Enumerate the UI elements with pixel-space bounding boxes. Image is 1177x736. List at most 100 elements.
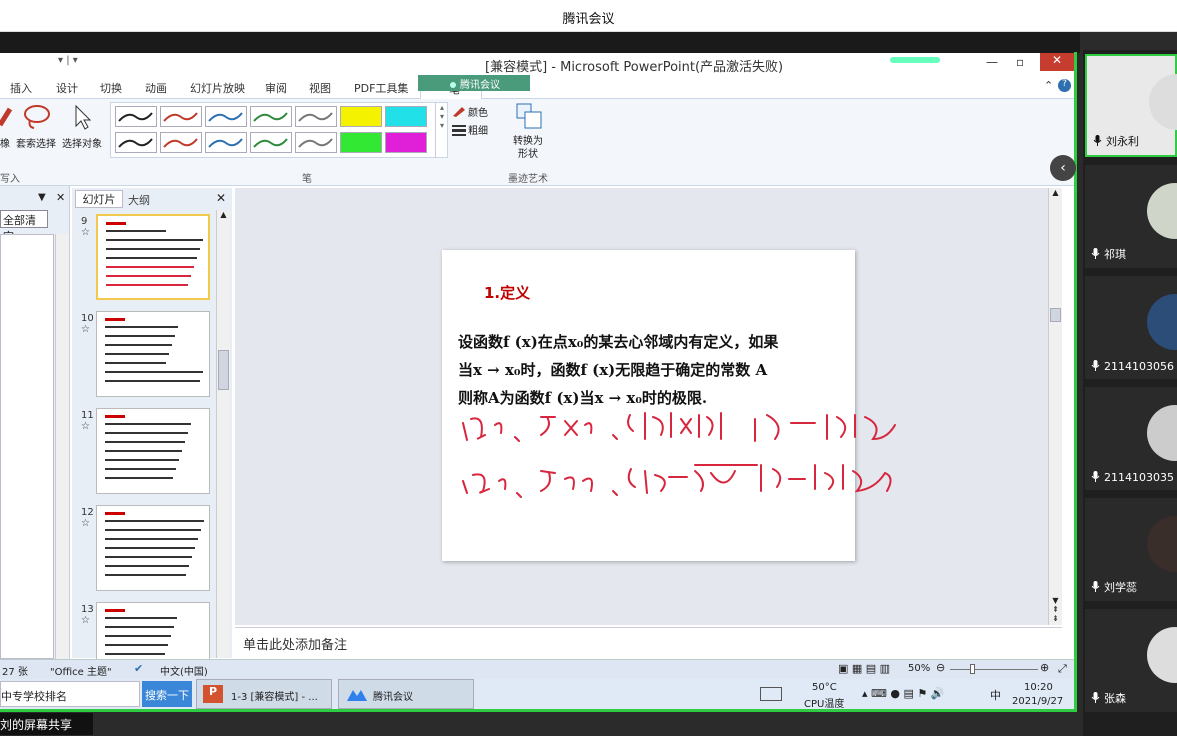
avatar	[1147, 627, 1177, 683]
participant-name: 刘永利	[1093, 133, 1139, 149]
close-button[interactable]: ✕	[1040, 53, 1074, 71]
participant-tile[interactable]: 2114103035	[1085, 387, 1177, 490]
convert-shapes-icon[interactable]	[515, 102, 543, 130]
tray-icons[interactable]: ▴ ⌨ ● ▤ ⚑ 🔊	[862, 687, 944, 700]
tab-outline[interactable]: 大纲	[128, 192, 150, 208]
collapse-panel-button[interactable]: ‹	[1050, 155, 1076, 181]
fit-window-icon[interactable]: ⤢	[1058, 662, 1067, 676]
pen-gallery: ▴ ▾ ▾	[110, 102, 448, 158]
spellcheck-icon[interactable]: ✔	[134, 662, 143, 675]
slide-thumbnail[interactable]	[96, 311, 210, 397]
participant-tile[interactable]: 刘永利	[1085, 54, 1177, 157]
pen-style-3[interactable]	[205, 106, 247, 127]
select-label[interactable]: 选择对象	[62, 135, 102, 150]
tab-view[interactable]: 视图	[309, 80, 331, 96]
clipboard-scrollbar[interactable]	[55, 234, 69, 659]
slide-thumbnail[interactable]	[96, 408, 210, 494]
pen-style-14[interactable]	[385, 132, 427, 153]
notes-placeholder[interactable]: 单击此处添加备注	[243, 634, 347, 653]
participant-name: 祁琪	[1091, 246, 1126, 262]
pen-style-5[interactable]	[295, 106, 337, 127]
color-label[interactable]: 颜色	[468, 104, 488, 119]
ribbon-tabs: 插入 设计 切换 动画 幻灯片放映 审阅 视图 PDF工具集 笔 腾讯会议 ⌃ …	[0, 75, 1074, 100]
status-bar: 27 张 "Office 主题" ✔ 中文(中国) ▣ ▦ ▤ ▥ 50% ⊖ …	[0, 659, 1074, 679]
participant-name: 张森	[1091, 690, 1126, 706]
participant-tile[interactable]: 2114103056	[1085, 276, 1177, 379]
meeting-floating-badge[interactable]: 腾讯会议	[418, 75, 530, 91]
pen-style-4[interactable]	[250, 106, 292, 127]
taskbar-ppt-item[interactable]: P 1-3 [兼容模式] - ...	[196, 679, 332, 709]
participant-tile[interactable]: 祁琪	[1085, 165, 1177, 268]
slide-thumbnail[interactable]	[96, 505, 210, 591]
tab-design[interactable]: 设计	[56, 80, 78, 96]
minimize-button[interactable]: —	[986, 55, 998, 69]
thickness-label[interactable]: 粗细	[468, 122, 488, 137]
eraser-label[interactable]: 橡	[0, 135, 10, 150]
meeting-titlebar: 腾讯会议	[0, 0, 1177, 32]
language[interactable]: 中文(中国)	[160, 663, 208, 678]
pen-style-12[interactable]	[295, 132, 337, 153]
participant-tile[interactable]: 张森	[1085, 609, 1177, 712]
eraser-icon[interactable]	[0, 105, 14, 131]
lasso-label[interactable]: 套索选择	[16, 135, 56, 150]
pen-style-1[interactable]	[115, 106, 157, 127]
quick-access-dropdown-icon[interactable]: ▾ | ▾	[58, 55, 78, 66]
tab-review[interactable]: 审阅	[265, 80, 287, 96]
view-buttons-icon[interactable]: ▣ ▦ ▤ ▥	[838, 662, 890, 675]
pen-style-10[interactable]	[205, 132, 247, 153]
pen-style-11[interactable]	[250, 132, 292, 153]
tab-animations[interactable]: 动画	[145, 80, 167, 96]
mic-icon	[1091, 581, 1100, 592]
ime-indicator[interactable]: 中	[990, 687, 1001, 703]
thickness-icon[interactable]	[452, 124, 466, 136]
zoom-slider[interactable]: ⊖ ⊕	[936, 661, 1054, 675]
convert-shapes-label[interactable]: 转换为形状	[511, 135, 545, 161]
tab-transitions[interactable]: 切换	[100, 80, 122, 96]
thumb-number: 10 ☆	[81, 313, 94, 335]
cpu-temp-label: CPU温度	[804, 699, 845, 709]
participant-tile[interactable]: 刘学蕊	[1085, 498, 1177, 601]
pane-close-icon[interactable]: ✕	[56, 191, 65, 204]
mic-icon	[1093, 135, 1102, 146]
ribbon-minimize-icon[interactable]: ⌃	[1044, 79, 1053, 92]
clock-date[interactable]: 2021/9/27	[1012, 696, 1063, 707]
taskbar-meeting-item[interactable]: 腾讯会议	[338, 679, 474, 709]
slide-scrollbar[interactable]: ▲ ▼ ⇞ ⇟	[1048, 188, 1062, 625]
ppt-window-title: [兼容模式] - Microsoft PowerPoint(产品激活失败)	[485, 60, 784, 75]
select-arrow-icon[interactable]	[72, 104, 92, 130]
keyboard-icon[interactable]	[760, 687, 782, 701]
pen-style-2[interactable]	[160, 106, 202, 127]
thumbnail-scrollbar[interactable]: ▲	[216, 210, 230, 658]
maximize-button[interactable]: ▫	[1016, 55, 1024, 69]
help-icon[interactable]: ?	[1058, 79, 1071, 92]
tab-pdf-tools[interactable]: PDF工具集	[354, 80, 408, 96]
meeting-toolbar-indicator	[890, 57, 940, 63]
participant-name: 2114103056	[1091, 360, 1174, 373]
slide-thumbnail[interactable]	[96, 214, 210, 300]
clock-time[interactable]: 10:20	[1024, 682, 1053, 693]
pen-style-6[interactable]	[340, 106, 382, 127]
pen-style-8[interactable]	[115, 132, 157, 153]
mic-icon	[1091, 360, 1100, 371]
search-button[interactable]: 搜索一下	[142, 681, 192, 707]
pen-color-icon[interactable]	[452, 105, 466, 117]
pen-style-13[interactable]	[340, 132, 382, 153]
avatar	[1147, 183, 1177, 239]
pen-style-7[interactable]	[385, 106, 427, 127]
thumb-number: 11 ☆	[81, 410, 94, 432]
slide-count: 27 张	[2, 667, 28, 678]
tab-slideshow[interactable]: 幻灯片放映	[190, 80, 245, 96]
search-input[interactable]: 中专学校排名	[0, 681, 140, 707]
clear-all-button[interactable]: 全部清空	[0, 210, 48, 243]
zoom-level[interactable]: 50%	[908, 663, 930, 674]
tab-slides[interactable]: 幻灯片	[75, 190, 123, 208]
ppt-titlebar: ▾ | ▾ [兼容模式] - Microsoft PowerPoint(产品激活…	[0, 53, 1074, 75]
gallery-scroll[interactable]: ▴ ▾ ▾	[435, 103, 448, 158]
lasso-icon[interactable]	[22, 103, 52, 131]
notes-pane[interactable]: 单击此处添加备注	[235, 627, 1062, 658]
participant-name: 2114103035	[1091, 471, 1174, 484]
pen-style-9[interactable]	[160, 132, 202, 153]
pane-dropdown-icon[interactable]: ▼	[38, 192, 46, 203]
tab-insert[interactable]: 插入	[10, 80, 32, 96]
thumb-pane-close-icon[interactable]: ✕	[216, 191, 226, 205]
